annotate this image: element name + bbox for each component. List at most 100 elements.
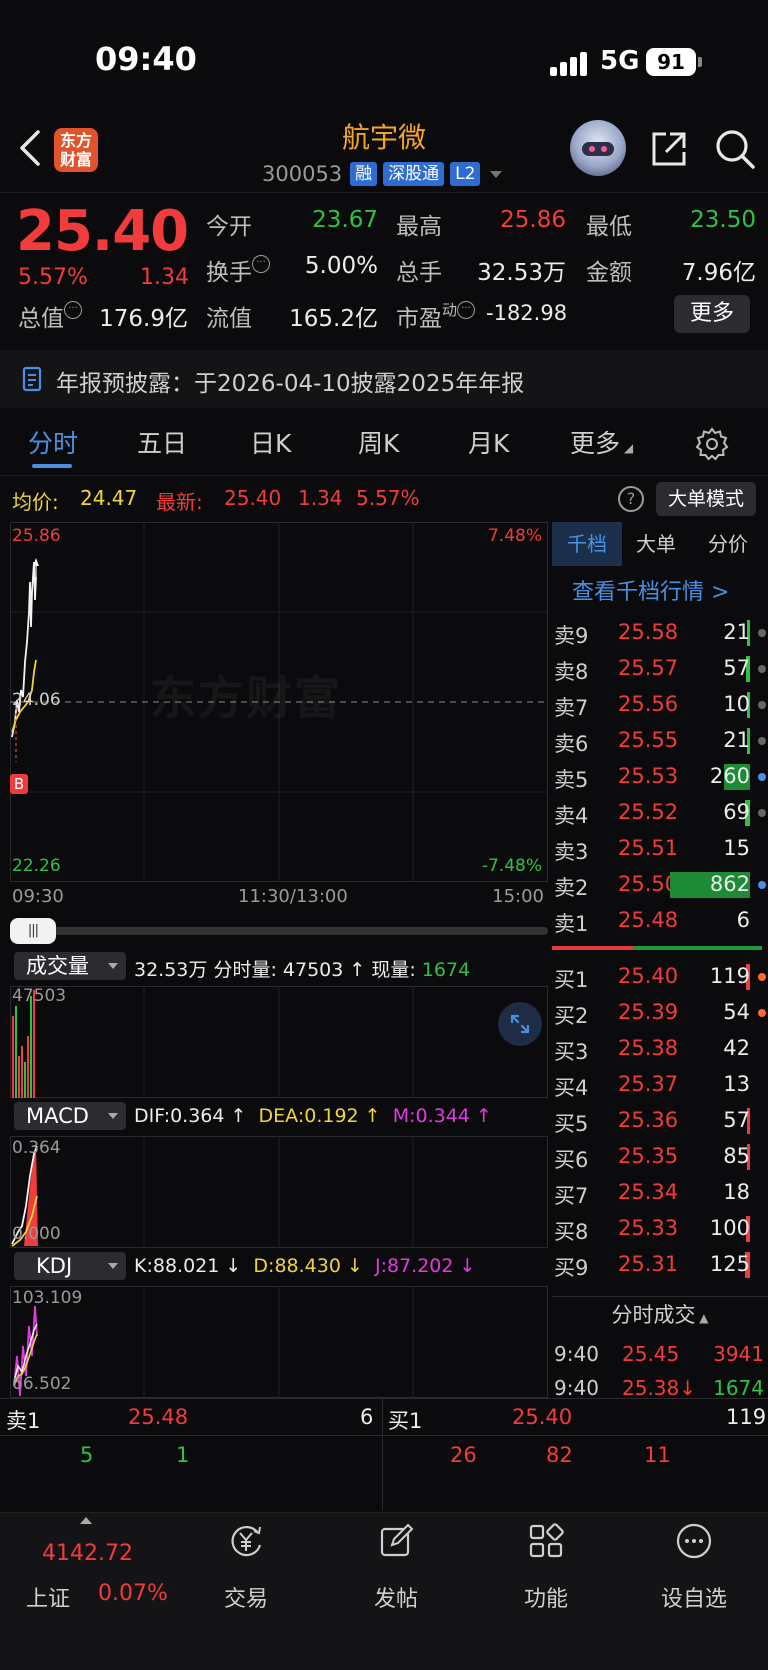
y-axis-top: 25.86 [12,526,61,546]
volume-header: 成交量 32.53万 分时量: 47503 ↑ 现量: 1674 [10,950,548,982]
chevron-down-icon[interactable] [490,170,503,178]
low-value: 23.50 [690,207,756,233]
change-percent: 5.57% [18,265,88,290]
pct-axis-top: 7.48% [487,526,542,546]
scroll-track[interactable] [50,927,548,935]
intraday-info-row: 均价: 24.47 最新: 25.40 1.34 5.57% ? 大单模式 [0,480,768,520]
tab-daily-k[interactable]: 日K [250,424,291,460]
nav-functions[interactable]: 功能 [476,1513,616,1633]
tab-big-orders[interactable]: 大单 [636,522,676,566]
help-icon[interactable]: ? [618,486,644,512]
low-label: 最低 [586,214,632,240]
kdj-header: KDJ K:88.021 ↓ D:88.430 ↓ J:87.202 ↓ [10,1250,548,1282]
avg-price-label: 均价: [12,490,59,514]
tab-price-distribution[interactable]: 分价 [708,522,748,566]
bid-row[interactable]: 买2 25.39 54 [552,994,768,1030]
ask1-label: 卖1 [6,1409,41,1433]
bid-row[interactable]: 买9 25.31 125 [552,1246,768,1282]
volume-indicator-select[interactable]: 成交量 [14,952,126,980]
ask-row[interactable]: 卖4 25.52 69 [552,794,768,830]
ask-row[interactable]: 卖6 25.55 21 [552,722,768,758]
time-axis: 09:30 11:30/13:00 15:00 [10,884,548,910]
view-depth-link[interactable]: 查看千档行情 > [572,574,729,606]
tag-shenzhen-connect: 深股通 [383,162,445,186]
watermark: 东方财富 [150,671,342,725]
latest-percent: 5.57% [356,486,420,510]
status-bar: 09:40 5G 91 [0,0,768,110]
tab-weekly-k[interactable]: 周K [358,424,399,460]
info-icon[interactable]: ··· [64,301,82,319]
tab-more[interactable]: 更多 ◢ [570,424,633,460]
nav-trade[interactable]: 交易 [176,1513,316,1633]
ask1-volume: 6 [360,1405,374,1429]
chart-scrollbar[interactable]: ||| [10,918,548,944]
chevron-up-icon[interactable] [80,1517,92,1524]
bid-detail: 82 [546,1443,573,1467]
bid1-volume: 119 [726,1405,767,1429]
quote-panel: 25.40 5.57% 1.34 今开 23.67 最高 25.86 最低 23… [0,192,768,344]
current-price: 25.40 [16,199,189,264]
nav-post[interactable]: 发帖 [326,1513,466,1633]
bid-row[interactable]: 买1 25.40 119 [552,958,768,994]
kdj-chart[interactable]: 103.109 66.502 [10,1286,548,1398]
tick-trades-header[interactable]: 分时成交 ▲ [552,1296,768,1332]
bid-row[interactable]: 买3 25.38 42 [552,1030,768,1066]
tick-row: 9:40 25.45 3941 [554,1342,764,1366]
latest-price: 25.40 [224,486,282,510]
announcement-text: 年报预披露：于2026-04-10披露2025年年报 [56,371,525,397]
float-mv-value: 165.2亿 [289,306,378,332]
pe-value: -182.98 [486,301,568,325]
macd-chart[interactable]: 0.364 0.000 [10,1136,548,1248]
announcement-bar[interactable]: 年报预披露：于2026-04-10披露2025年年报 [0,350,768,408]
ask-row[interactable]: 卖9 25.58 21 [552,614,768,650]
level1-summary: 卖1 25.48 6 买1 25.40 119 5 1 26 82 11 [0,1398,768,1511]
tab-five-day[interactable]: 五日 [137,424,187,460]
pe-label: 市盈动 ··· [396,299,476,333]
price-line [11,561,37,738]
info-icon[interactable]: ··· [252,255,270,273]
tab-monthly-k[interactable]: 月K [468,424,509,460]
stock-subtitle[interactable]: 300053 融 深股通 L2 [262,160,503,188]
bid-row[interactable]: 买6 25.35 85 [552,1138,768,1174]
bottom-nav: 4142.72 上证 0.07% 交易 发帖 功能 设自选 [0,1512,768,1670]
buy-marker-icon[interactable]: B [10,774,28,794]
time-end: 15:00 [492,886,544,907]
ask-row[interactable]: 卖8 25.57 57 [552,650,768,686]
index-widget[interactable]: 4142.72 上证 0.07% [20,1513,180,1633]
y-axis-mid: 24.06 [12,690,61,710]
robot-assistant-icon[interactable] [570,120,626,176]
macd-indicator-select[interactable]: MACD [14,1102,126,1130]
share-icon[interactable] [648,128,690,170]
bid-row[interactable]: 买7 25.34 18 [552,1174,768,1210]
nav-add-watchlist[interactable]: 设自选 [624,1513,764,1633]
volume-chart[interactable]: 47503 [10,986,548,1098]
more-button[interactable]: 更多 [674,295,750,333]
info-icon[interactable]: ··· [457,301,476,319]
volume-label: 总手 [396,260,442,286]
ask-row[interactable]: 卖3 25.51 15 [552,830,768,866]
intraday-chart[interactable]: 东方财富 25.86 24.06 22.26 7.48% -7.48% B [10,522,548,882]
kdj-indicator-select[interactable]: KDJ [14,1252,126,1280]
bid-row[interactable]: 买8 25.33 100 [552,1210,768,1246]
macd-y-top: 0.364 [12,1138,61,1158]
pct-axis-bottom: -7.48% [481,856,542,876]
tab-depth[interactable]: 千档 [552,522,622,566]
bid-row[interactable]: 买4 25.37 13 [552,1066,768,1102]
clock: 09:40 [95,40,197,78]
kdj-y-bottom: 66.502 [12,1374,72,1394]
bid1-label: 买1 [388,1409,423,1433]
ask-row[interactable]: 卖5 25.53 260 [552,758,768,794]
tab-intraday[interactable]: 分时 [28,424,78,460]
bid-row[interactable]: 买5 25.36 57 [552,1102,768,1138]
scroll-handle[interactable]: ||| [10,918,56,944]
big-order-mode-button[interactable]: 大单模式 [656,482,756,516]
ask-row[interactable]: 卖1 25.48 6 [552,902,768,938]
search-icon[interactable] [714,128,756,170]
ask-row[interactable]: 卖2 25.50 862 [552,866,768,902]
gear-icon[interactable] [694,426,730,462]
kdj-y-top: 103.109 [12,1288,83,1308]
trade-yen-icon [231,1526,262,1557]
ask-row[interactable]: 卖7 25.56 10 [552,686,768,722]
expand-icon[interactable] [498,1002,542,1046]
ask1-price: 25.48 [128,1405,189,1429]
